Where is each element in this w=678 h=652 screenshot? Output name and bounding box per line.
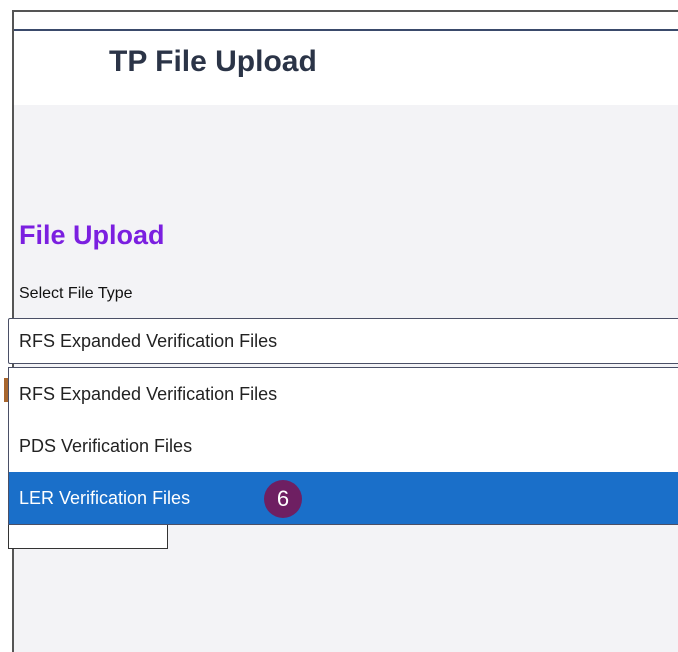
file-type-select[interactable]: RFS Expanded Verification Files (8, 318, 678, 364)
option-label: RFS Expanded Verification Files (19, 384, 278, 404)
option-pds[interactable]: PDS Verification Files (9, 420, 678, 472)
step-badge: 6 (264, 480, 302, 518)
option-ler[interactable]: LER Verification Files 6 (9, 472, 678, 524)
header: TP File Upload (14, 31, 678, 105)
file-type-label: Select File Type (19, 285, 133, 302)
file-type-dropdown: RFS Expanded Verification Files PDS Veri… (8, 367, 678, 525)
option-label: LER Verification Files (19, 488, 191, 508)
option-label: PDS Verification Files (19, 436, 193, 456)
top-strip (14, 12, 678, 31)
page-title: TP File Upload (109, 45, 317, 78)
section-title: File Upload (19, 220, 165, 250)
option-rfs-expanded[interactable]: RFS Expanded Verification Files (9, 368, 678, 420)
